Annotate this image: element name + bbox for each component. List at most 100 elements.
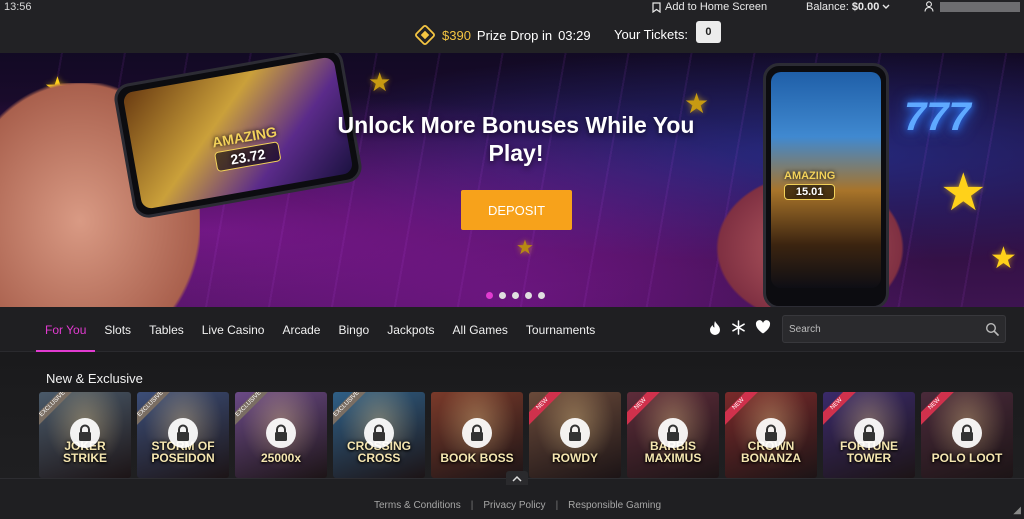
balance-value: $0.00 bbox=[851, 1, 880, 13]
star-icon: ★ bbox=[990, 242, 1017, 275]
category-nav: For You Slots Tables Live Casino Arcade … bbox=[0, 307, 1024, 352]
game-badge: NEW bbox=[725, 392, 762, 428]
game-title: ROWDY bbox=[552, 451, 598, 465]
tab-arcade[interactable]: Arcade bbox=[273, 307, 329, 352]
footer-links: Terms & Conditions | Privacy Policy | Re… bbox=[374, 500, 661, 511]
tab-all-games[interactable]: All Games bbox=[444, 307, 517, 352]
banner-headline: Unlock More Bonuses While You Play! bbox=[337, 112, 695, 166]
lock-icon bbox=[266, 418, 296, 448]
game-tile[interactable]: NEW ROWDY bbox=[529, 392, 621, 478]
responsible-gaming-link[interactable]: Responsible Gaming bbox=[568, 500, 661, 511]
tab-tables[interactable]: Tables bbox=[140, 307, 193, 352]
bookmark-icon bbox=[652, 1, 661, 13]
carousel-dot[interactable] bbox=[486, 292, 493, 299]
lock-icon bbox=[70, 418, 100, 448]
right-win-amount: 15.01 bbox=[784, 184, 836, 200]
tab-for-you[interactable]: For You bbox=[36, 307, 96, 352]
prize-amount: $390 bbox=[442, 27, 471, 43]
carousel-dots bbox=[486, 292, 545, 299]
game-tile[interactable]: NEWBARBIS MAXIMUS bbox=[627, 392, 719, 478]
game-tile[interactable]: EXCLUSIVE STORM OF POSEIDON bbox=[137, 392, 229, 478]
lock-icon bbox=[560, 418, 590, 448]
lock-icon bbox=[364, 418, 394, 448]
tickets-count: 0 bbox=[695, 21, 721, 43]
lock-icon bbox=[756, 418, 786, 448]
star-icon: ★ bbox=[368, 67, 392, 97]
add-to-home-button[interactable]: Add to Home Screen bbox=[652, 1, 767, 13]
tab-tournaments[interactable]: Tournaments bbox=[517, 307, 604, 352]
user-menu[interactable] bbox=[924, 1, 1020, 12]
star-icon: ★ bbox=[940, 164, 987, 222]
privacy-link[interactable]: Privacy Policy bbox=[483, 500, 545, 511]
your-tickets[interactable]: Your Tickets: 0 bbox=[614, 21, 721, 43]
lock-icon bbox=[462, 418, 492, 448]
tab-bingo[interactable]: Bingo bbox=[329, 307, 378, 352]
search-icon[interactable] bbox=[985, 322, 999, 336]
nav-icon-group bbox=[708, 320, 771, 336]
chevron-down-icon bbox=[882, 4, 890, 9]
game-tile[interactable]: EXCLUSIVEJOKER STRIKE bbox=[39, 392, 131, 478]
prize-countdown: 03:29 bbox=[558, 27, 591, 43]
game-badge: EXCLUSIVE bbox=[235, 392, 272, 428]
game-tile[interactable]: BOOK BOSS bbox=[431, 392, 523, 478]
resize-handle-icon[interactable]: ◢ bbox=[1013, 505, 1021, 516]
username-masked bbox=[940, 1, 1020, 12]
game-list: EXCLUSIVEJOKER STRIKEEXCLUSIVESTORM OF P… bbox=[39, 392, 1013, 478]
carousel-dot[interactable] bbox=[512, 292, 519, 299]
game-badge: EXCLUSIVE bbox=[333, 392, 370, 428]
section-title: New & Exclusive bbox=[46, 371, 143, 386]
lock-icon bbox=[658, 418, 688, 448]
footer: Terms & Conditions | Privacy Policy | Re… bbox=[0, 471, 1024, 519]
balance-label: Balance: bbox=[806, 1, 849, 13]
snowflake-icon[interactable] bbox=[731, 320, 746, 335]
carousel-dot[interactable] bbox=[525, 292, 532, 299]
game-badge: EXCLUSIVE bbox=[39, 392, 76, 428]
tab-live-casino[interactable]: Live Casino bbox=[193, 307, 274, 352]
search-input[interactable] bbox=[789, 320, 979, 338]
star-icon: ★ bbox=[516, 237, 534, 259]
neon-777-sign: 777 bbox=[904, 95, 971, 139]
flame-icon[interactable] bbox=[708, 320, 722, 336]
balance-dropdown[interactable]: Balance: $0.00 bbox=[806, 1, 890, 13]
hero-banner[interactable]: 777 ★ ★ ★ ★ ★ ★ ★ AMAZING 23.72 AMAZING … bbox=[0, 53, 1024, 307]
carousel-dot[interactable] bbox=[538, 292, 545, 299]
terms-link[interactable]: Terms & Conditions bbox=[374, 500, 461, 511]
new-exclusive-section: New & Exclusive EXCLUSIVEJOKER STRIKEEXC… bbox=[0, 352, 1024, 478]
right-win-label: AMAZING bbox=[784, 170, 836, 182]
tab-jackpots[interactable]: Jackpots bbox=[378, 307, 443, 352]
clock: 13:56 bbox=[4, 1, 32, 13]
tab-slots[interactable]: Slots bbox=[95, 307, 140, 352]
game-badge: NEW bbox=[627, 392, 664, 428]
game-badge: NEW bbox=[823, 392, 860, 428]
status-bar: 13:56 Add to Home Screen Balance: $0.00 bbox=[0, 0, 1024, 15]
game-tile[interactable]: EXCLUSIVECROSSING CROSS bbox=[333, 392, 425, 478]
scroll-up-button[interactable] bbox=[506, 471, 528, 485]
game-title: POLO LOOT bbox=[931, 451, 1003, 465]
add-to-home-label: Add to Home Screen bbox=[665, 1, 768, 13]
prize-text: Prize Drop in bbox=[476, 27, 553, 43]
tickets-label: Your Tickets: bbox=[614, 26, 688, 42]
lock-icon bbox=[952, 418, 982, 448]
game-tile[interactable]: EXCLUSIVE 25000x bbox=[235, 392, 327, 478]
deposit-button[interactable]: DEPOSIT bbox=[461, 190, 572, 230]
right-win-display: AMAZING 15.01 bbox=[784, 170, 836, 200]
game-tile[interactable]: NEWFORTUNE TOWER bbox=[823, 392, 915, 478]
search-box[interactable] bbox=[782, 315, 1006, 343]
footer-separator: | bbox=[555, 500, 559, 511]
category-tabs: For You Slots Tables Live Casino Arcade … bbox=[36, 307, 604, 352]
lock-icon bbox=[854, 418, 884, 448]
heart-icon[interactable] bbox=[755, 320, 771, 334]
game-tile[interactable]: NEW POLO LOOT bbox=[921, 392, 1013, 478]
lock-icon bbox=[168, 418, 198, 448]
chevron-up-icon bbox=[512, 475, 522, 482]
game-tile[interactable]: NEWCROWN BONANZA bbox=[725, 392, 817, 478]
game-badge: EXCLUSIVE bbox=[137, 392, 174, 428]
prize-drop[interactable]: $390 Prize Drop in 03:29 bbox=[414, 24, 591, 46]
carousel-dot[interactable] bbox=[499, 292, 506, 299]
right-phone: AMAZING 15.01 bbox=[763, 63, 889, 307]
ticket-icon bbox=[415, 25, 435, 45]
game-title: 25000x bbox=[260, 451, 302, 465]
game-title: BOOK BOSS bbox=[440, 451, 514, 465]
game-badge: NEW bbox=[529, 392, 566, 428]
prize-drop-bar: $390 Prize Drop in 03:29 Your Tickets: 0 bbox=[0, 15, 1024, 53]
